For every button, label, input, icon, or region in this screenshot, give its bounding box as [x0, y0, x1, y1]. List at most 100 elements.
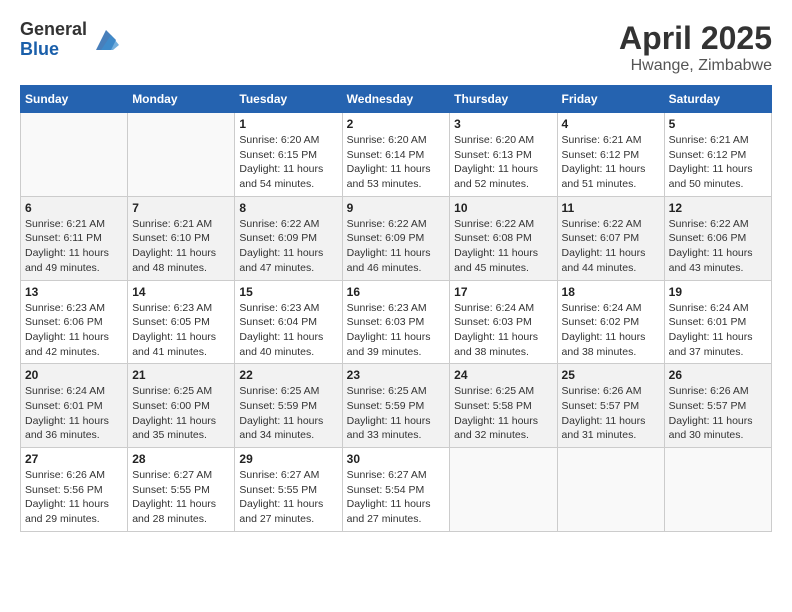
day-number: 26 [669, 368, 767, 382]
calendar-cell: 5 Sunrise: 6:21 AM Sunset: 6:12 PM Daylig… [664, 113, 771, 197]
day-number: 22 [239, 368, 337, 382]
calendar-header-tuesday: Tuesday [235, 86, 342, 113]
page-title: April 2025 [619, 20, 772, 57]
calendar-cell: 17 Sunrise: 6:24 AM Sunset: 6:03 PM Dayli… [450, 280, 557, 364]
day-number: 28 [132, 452, 230, 466]
calendar-cell: 1 Sunrise: 6:20 AM Sunset: 6:15 PM Daylig… [235, 113, 342, 197]
calendar-week-row: 27 Sunrise: 6:26 AM Sunset: 5:56 PM Dayli… [21, 448, 772, 532]
day-number: 30 [347, 452, 446, 466]
day-info: Sunrise: 6:21 AM Sunset: 6:12 PM Dayligh… [562, 133, 660, 192]
day-info: Sunrise: 6:22 AM Sunset: 6:09 PM Dayligh… [239, 217, 337, 276]
day-number: 14 [132, 285, 230, 299]
day-number: 10 [454, 201, 552, 215]
calendar-cell: 26 Sunrise: 6:26 AM Sunset: 5:57 PM Dayli… [664, 364, 771, 448]
calendar-cell: 29Sunrise: 6:27 AM Sunset: 5:55 PM Dayli… [235, 448, 342, 532]
day-number: 16 [347, 285, 446, 299]
calendar-header-thursday: Thursday [450, 86, 557, 113]
day-number: 5 [669, 117, 767, 131]
day-info: Sunrise: 6:24 AM Sunset: 6:03 PM Dayligh… [454, 301, 552, 360]
day-number: 9 [347, 201, 446, 215]
day-number: 11 [562, 201, 660, 215]
day-number: 1 [239, 117, 337, 131]
logo-icon [91, 25, 121, 55]
calendar-week-row: 20 Sunrise: 6:24 AM Sunset: 6:01 PM Dayli… [21, 364, 772, 448]
day-info: Sunrise: 6:26 AM Sunset: 5:57 PM Dayligh… [562, 384, 660, 443]
day-info: Sunrise: 6:24 AM Sunset: 6:01 PM Dayligh… [25, 384, 123, 443]
day-number: 24 [454, 368, 552, 382]
day-number: 8 [239, 201, 337, 215]
calendar-table: SundayMondayTuesdayWednesdayThursdayFrid… [20, 85, 772, 532]
calendar-cell: 22 Sunrise: 6:25 AM Sunset: 5:59 PM Dayli… [235, 364, 342, 448]
calendar-week-row: 13 Sunrise: 6:23 AM Sunset: 6:06 PM Dayli… [21, 280, 772, 364]
day-number: 29 [239, 452, 337, 466]
day-info: Sunrise: 6:20 AM Sunset: 6:13 PM Dayligh… [454, 133, 552, 192]
calendar-cell: 24Sunrise: 6:25 AM Sunset: 5:58 PM Dayli… [450, 364, 557, 448]
calendar-cell [450, 448, 557, 532]
calendar-cell: 2Sunrise: 6:20 AM Sunset: 6:14 PM Daylig… [342, 113, 450, 197]
calendar-cell: 30Sunrise: 6:27 AM Sunset: 5:54 PM Dayli… [342, 448, 450, 532]
day-info: Sunrise: 6:25 AM Sunset: 6:00 PM Dayligh… [132, 384, 230, 443]
day-info: Sunrise: 6:23 AM Sunset: 6:06 PM Dayligh… [25, 301, 123, 360]
calendar-cell: 15 Sunrise: 6:23 AM Sunset: 6:04 PM Dayli… [235, 280, 342, 364]
day-info: Sunrise: 6:27 AM Sunset: 5:55 PM Dayligh… [132, 468, 230, 527]
day-info: Sunrise: 6:21 AM Sunset: 6:12 PM Dayligh… [669, 133, 767, 192]
day-info: Sunrise: 6:21 AM Sunset: 6:10 PM Dayligh… [132, 217, 230, 276]
calendar-cell [21, 113, 128, 197]
calendar-header-sunday: Sunday [21, 86, 128, 113]
day-info: Sunrise: 6:20 AM Sunset: 6:15 PM Dayligh… [239, 133, 337, 192]
calendar-cell: 20 Sunrise: 6:24 AM Sunset: 6:01 PM Dayli… [21, 364, 128, 448]
title-area: April 2025 Hwange, Zimbabwe [619, 20, 772, 75]
day-number: 25 [562, 368, 660, 382]
day-info: Sunrise: 6:24 AM Sunset: 6:02 PM Dayligh… [562, 301, 660, 360]
calendar-cell: 16 Sunrise: 6:23 AM Sunset: 6:03 PM Dayli… [342, 280, 450, 364]
calendar-week-row: 1 Sunrise: 6:20 AM Sunset: 6:15 PM Daylig… [21, 113, 772, 197]
day-info: Sunrise: 6:22 AM Sunset: 6:06 PM Dayligh… [669, 217, 767, 276]
day-info: Sunrise: 6:25 AM Sunset: 5:59 PM Dayligh… [239, 384, 337, 443]
day-info: Sunrise: 6:26 AM Sunset: 5:57 PM Dayligh… [669, 384, 767, 443]
calendar-cell: 19 Sunrise: 6:24 AM Sunset: 6:01 PM Dayli… [664, 280, 771, 364]
calendar-cell: 14 Sunrise: 6:23 AM Sunset: 6:05 PM Dayli… [128, 280, 235, 364]
calendar-cell: 25 Sunrise: 6:26 AM Sunset: 5:57 PM Dayli… [557, 364, 664, 448]
logo-blue-text: Blue [20, 39, 59, 59]
calendar-cell: 18Sunrise: 6:24 AM Sunset: 6:02 PM Dayli… [557, 280, 664, 364]
calendar-cell: 13 Sunrise: 6:23 AM Sunset: 6:06 PM Dayli… [21, 280, 128, 364]
calendar-header-friday: Friday [557, 86, 664, 113]
day-info: Sunrise: 6:21 AM Sunset: 6:11 PM Dayligh… [25, 217, 123, 276]
day-number: 12 [669, 201, 767, 215]
calendar-cell: 10 Sunrise: 6:22 AM Sunset: 6:08 PM Dayli… [450, 196, 557, 280]
logo-general-text: General [20, 19, 87, 39]
day-info: Sunrise: 6:23 AM Sunset: 6:04 PM Dayligh… [239, 301, 337, 360]
day-info: Sunrise: 6:20 AM Sunset: 6:14 PM Dayligh… [347, 133, 446, 192]
calendar-cell: 12 Sunrise: 6:22 AM Sunset: 6:06 PM Dayli… [664, 196, 771, 280]
day-number: 23 [347, 368, 446, 382]
day-number: 3 [454, 117, 552, 131]
day-number: 7 [132, 201, 230, 215]
day-info: Sunrise: 6:23 AM Sunset: 6:05 PM Dayligh… [132, 301, 230, 360]
calendar-cell: 21 Sunrise: 6:25 AM Sunset: 6:00 PM Dayli… [128, 364, 235, 448]
calendar-cell: 8 Sunrise: 6:22 AM Sunset: 6:09 PM Daylig… [235, 196, 342, 280]
calendar-cell: 27 Sunrise: 6:26 AM Sunset: 5:56 PM Dayli… [21, 448, 128, 532]
page-subtitle: Hwange, Zimbabwe [619, 57, 772, 75]
day-number: 27 [25, 452, 123, 466]
calendar-cell: 23 Sunrise: 6:25 AM Sunset: 5:59 PM Dayli… [342, 364, 450, 448]
day-number: 15 [239, 285, 337, 299]
day-number: 20 [25, 368, 123, 382]
day-number: 6 [25, 201, 123, 215]
day-info: Sunrise: 6:24 AM Sunset: 6:01 PM Dayligh… [669, 301, 767, 360]
calendar-header-monday: Monday [128, 86, 235, 113]
day-number: 4 [562, 117, 660, 131]
day-number: 21 [132, 368, 230, 382]
day-info: Sunrise: 6:22 AM Sunset: 6:09 PM Dayligh… [347, 217, 446, 276]
day-info: Sunrise: 6:22 AM Sunset: 6:08 PM Dayligh… [454, 217, 552, 276]
day-info: Sunrise: 6:26 AM Sunset: 5:56 PM Dayligh… [25, 468, 123, 527]
day-number: 17 [454, 285, 552, 299]
calendar-cell: 4 Sunrise: 6:21 AM Sunset: 6:12 PM Daylig… [557, 113, 664, 197]
day-info: Sunrise: 6:25 AM Sunset: 5:59 PM Dayligh… [347, 384, 446, 443]
day-number: 19 [669, 285, 767, 299]
calendar-cell [664, 448, 771, 532]
day-number: 13 [25, 285, 123, 299]
calendar-week-row: 6 Sunrise: 6:21 AM Sunset: 6:11 PM Daylig… [21, 196, 772, 280]
day-info: Sunrise: 6:23 AM Sunset: 6:03 PM Dayligh… [347, 301, 446, 360]
calendar-cell [128, 113, 235, 197]
calendar-header-saturday: Saturday [664, 86, 771, 113]
